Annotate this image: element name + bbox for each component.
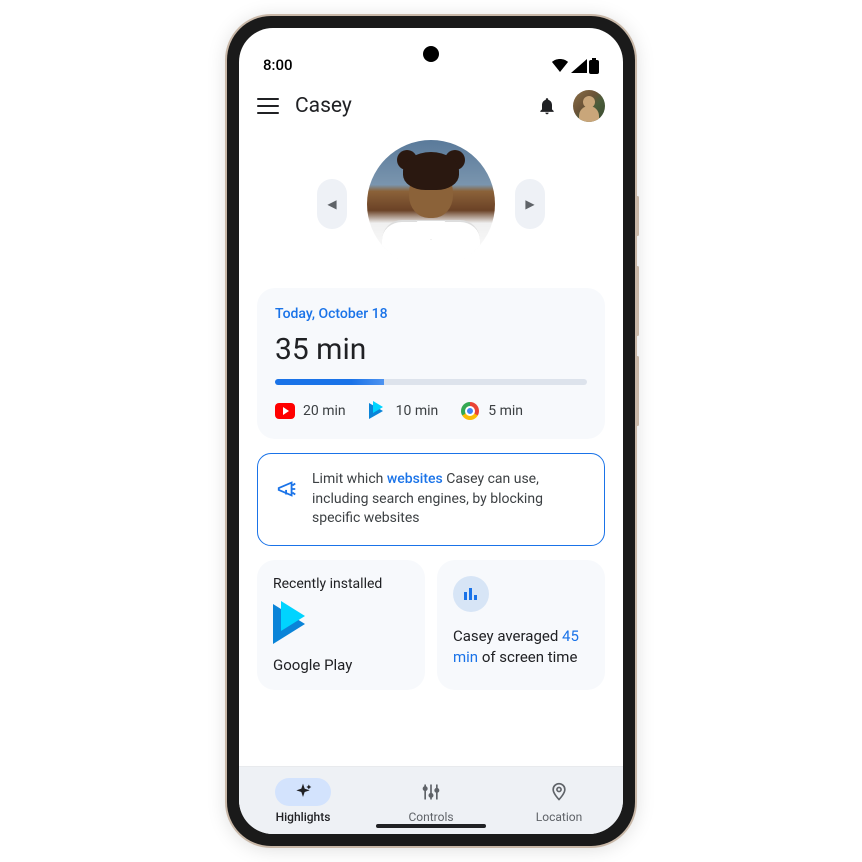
nav-location[interactable]: Location [495,767,623,834]
recently-installed-app: Google Play [273,656,409,674]
megaphone-icon [276,478,298,500]
website-limit-tip[interactable]: Limit which websites Casey can use, incl… [257,453,605,546]
front-camera [423,46,439,62]
recently-installed-title: Recently installed [273,576,409,592]
battery-icon [589,58,599,74]
home-indicator[interactable] [376,824,486,828]
recently-installed-card[interactable]: Recently installed Google Play [257,560,425,690]
phone-volume-up [636,266,639,336]
signal-icon [571,59,587,73]
youtube-usage: 20 min [275,401,346,421]
menu-icon[interactable] [257,98,279,114]
average-screen-time-card[interactable]: Casey averaged 45 min of screen time [437,560,605,690]
sliders-icon [421,782,441,802]
bar-chart-icon [453,576,489,612]
phone-volume-down [636,356,639,426]
phone-frame: 8:00 Casey ◀ ▶ Today, Oc [227,16,635,846]
play-usage: 10 min [368,401,439,421]
next-child-button[interactable]: ▶ [515,179,545,229]
info-cards-row: Recently installed Google Play Casey ave… [257,560,605,690]
status-time: 8:00 [263,56,293,74]
wifi-icon [551,59,569,73]
websites-link[interactable]: websites [387,471,443,487]
screen-time-card[interactable]: Today, October 18 35 min 20 min 10 min [257,288,605,439]
screen-time-progress [275,379,587,385]
content: ◀ ▶ Today, October 18 35 min 20 min [239,132,623,766]
status-icons [551,58,599,74]
child-avatar[interactable] [367,140,495,268]
chrome-usage: 5 min [460,401,523,421]
tip-text: Limit which websites Casey can use, incl… [312,470,586,529]
play-icon [368,401,388,421]
parent-avatar[interactable] [573,90,605,122]
screen: 8:00 Casey ◀ ▶ Today, Oc [239,28,623,834]
phone-power-button [636,196,639,236]
nav-highlights[interactable]: Highlights [239,767,367,834]
date-label: Today, October 18 [275,306,587,322]
previous-child-button[interactable]: ◀ [317,179,347,229]
pin-icon [549,782,569,802]
app-usage-row: 20 min 10 min 5 min [275,401,587,421]
app-bar: Casey [239,80,623,132]
youtube-icon [275,401,295,421]
page-title: Casey [295,94,521,118]
google-play-icon [273,604,315,646]
chrome-icon [460,401,480,421]
profile-selector: ◀ ▶ [257,140,605,268]
notifications-icon[interactable] [537,96,557,116]
total-screen-time: 35 min [275,332,587,367]
average-text: Casey averaged 45 min of screen time [453,626,589,668]
sparkle-icon [293,782,313,802]
